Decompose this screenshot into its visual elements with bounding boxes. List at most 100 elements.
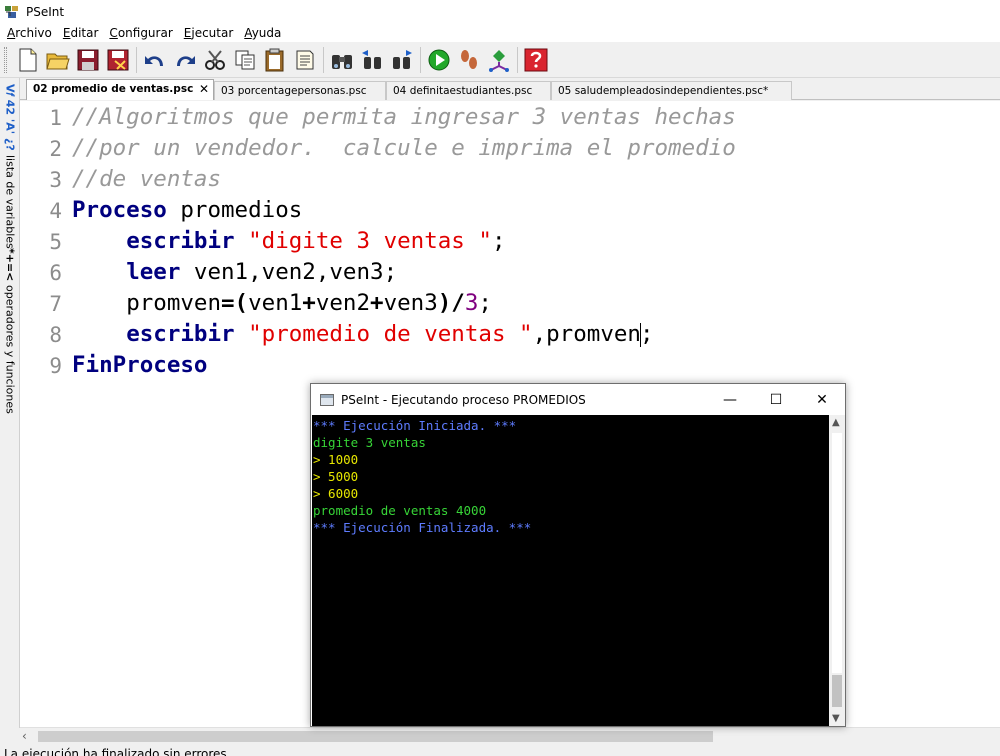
identifier: ven1 xyxy=(248,290,303,316)
toolbar-separator xyxy=(136,46,137,73)
horizontal-scrollbar[interactable]: ‹ xyxy=(20,727,1000,744)
find-previous-button[interactable] xyxy=(357,45,387,75)
code-line-2: //por un vendedor. calcule e imprima el … xyxy=(72,135,736,161)
menu-editar[interactable]: Editar xyxy=(63,26,99,40)
scrollbar-track xyxy=(832,433,842,673)
variables-symbols: V𝑓 42 'A' ¿? xyxy=(3,84,17,151)
toolbar-separator xyxy=(517,46,518,73)
code-line-4: Proceso promedios xyxy=(72,197,302,223)
tab-label: 02 promedio de ventas.psc xyxy=(33,83,194,95)
file-tabs: 02 promedio de ventas.psc ✕ 03 porcentag… xyxy=(20,78,1000,100)
indent-button[interactable] xyxy=(290,45,320,75)
console-line: promedio de ventas 4000 xyxy=(313,503,487,518)
footprints-icon xyxy=(461,49,477,69)
identifier: ven2 xyxy=(315,290,371,316)
identifier: ven3 xyxy=(383,290,438,316)
close-button[interactable]: ✕ xyxy=(799,384,845,415)
maximize-button[interactable]: ☐ xyxy=(753,384,799,415)
operators-functions-tab[interactable]: *+=< operadores y funciones xyxy=(2,248,18,423)
status-bar: La ejecución ha finalizado sin errores. xyxy=(0,744,1000,756)
open-file-button[interactable] xyxy=(43,45,73,75)
toolbar-separator xyxy=(323,46,324,73)
help-button[interactable] xyxy=(521,45,551,75)
operator: + xyxy=(370,290,384,316)
find-next-button[interactable] xyxy=(387,45,417,75)
pseint-window: PSeInt Archivo Editar Configurar Ejecuta… xyxy=(0,0,1000,756)
scrollbar-thumb[interactable] xyxy=(38,731,713,742)
binoculars-previous-icon xyxy=(362,49,381,69)
step-by-step-button[interactable] xyxy=(454,45,484,75)
punctuation: ; xyxy=(478,290,492,316)
window-title: PSeInt xyxy=(26,5,65,19)
tab-saludempleadosindependientes[interactable]: 05 saludempleadosindependientes.psc* xyxy=(551,81,792,100)
keyword: escribir xyxy=(126,228,235,254)
code-line-7: promven=(ven1+ven2+ven3)/3; xyxy=(72,290,492,316)
code-line-6: leer ven1,ven2,ven3; xyxy=(72,259,397,285)
scissors-icon xyxy=(205,49,225,70)
save-disk-icon xyxy=(77,49,99,70)
toolbar-grip[interactable] xyxy=(4,46,7,73)
flowchart-button[interactable] xyxy=(484,45,514,75)
console-title-bar[interactable]: PSeInt - Ejecutando proceso PROMEDIOS — … xyxy=(311,384,845,415)
menu-ayuda[interactable]: Ayuda xyxy=(244,26,281,40)
execution-console-window[interactable]: PSeInt - Ejecutando proceso PROMEDIOS — … xyxy=(310,383,846,727)
identifier: promven xyxy=(126,290,222,316)
tab-definitaestudiantes[interactable]: 04 definitaestudiantes.psc xyxy=(386,81,551,100)
close-tab-icon[interactable]: ✕ xyxy=(199,82,209,96)
comment-text: //Algoritmos que permita ingresar 3 vent… xyxy=(72,104,736,130)
side-panel: V𝑓 42 'A' ¿? lista de variables *+=< ope… xyxy=(0,78,20,728)
line-number: 4 xyxy=(49,199,62,223)
console-title: PSeInt - Ejecutando proceso PROMEDIOS xyxy=(341,392,586,407)
save-as-button[interactable] xyxy=(103,45,133,75)
tab-promedio-de-ventas[interactable]: 02 promedio de ventas.psc ✕ xyxy=(26,79,214,100)
title-bar: PSeInt xyxy=(0,0,1000,24)
run-button[interactable] xyxy=(424,45,454,75)
paste-button[interactable] xyxy=(260,45,290,75)
console-output: *** Ejecución Iniciada. *** digite 3 ven… xyxy=(312,415,829,726)
menu-ejecutar[interactable]: Ejecutar xyxy=(184,26,234,40)
undo-arrow-icon xyxy=(145,55,163,66)
code-line-9: FinProceso xyxy=(72,352,207,378)
line-number: 7 xyxy=(49,292,62,316)
redo-button[interactable] xyxy=(170,45,200,75)
toolbar xyxy=(0,42,1000,78)
copy-button[interactable] xyxy=(230,45,260,75)
console-line: digite 3 ventas xyxy=(313,435,426,450)
line-number: 5 xyxy=(49,230,62,254)
undo-button[interactable] xyxy=(140,45,170,75)
code-line-1: //Algoritmos que permita ingresar 3 vent… xyxy=(72,104,736,130)
scrollbar-thumb[interactable] xyxy=(832,675,842,707)
scroll-up-icon[interactable]: ▲ xyxy=(832,417,840,428)
console-line: > 6000 xyxy=(313,486,359,501)
operators-functions-label: operadores y funciones xyxy=(3,285,17,415)
flowchart-icon xyxy=(489,49,509,72)
identifier: promedios xyxy=(166,197,303,223)
cut-button[interactable] xyxy=(200,45,230,75)
punctuation: ; xyxy=(639,321,654,347)
operators-symbols: *+=< xyxy=(3,248,17,282)
scroll-left-icon[interactable]: ‹ xyxy=(22,729,27,743)
search-button[interactable] xyxy=(327,45,357,75)
scroll-down-icon[interactable]: ▼ xyxy=(832,713,840,724)
tab-porcentagepersonas[interactable]: 03 porcentagepersonas.psc xyxy=(214,81,386,100)
minimize-button[interactable]: — xyxy=(707,384,753,415)
operator: )/ xyxy=(437,290,465,316)
binoculars-next-icon xyxy=(393,49,412,69)
console-vertical-scrollbar[interactable]: ▲ ▼ xyxy=(829,415,845,726)
line-number: 8 xyxy=(49,323,62,347)
keyword: escribir xyxy=(126,321,235,347)
variables-list-tab[interactable]: V𝑓 42 'A' ¿? lista de variables xyxy=(2,84,18,249)
console-window-icon xyxy=(320,393,334,406)
redo-arrow-icon xyxy=(177,55,195,66)
save-button[interactable] xyxy=(73,45,103,75)
tab-label: 03 porcentagepersonas.psc xyxy=(221,85,367,97)
menu-configurar[interactable]: Configurar xyxy=(109,26,172,40)
new-file-button[interactable] xyxy=(13,45,43,75)
code-line-5: escribir "digite 3 ventas "; xyxy=(72,228,505,254)
status-text: La ejecución ha finalizado sin errores. xyxy=(4,747,231,756)
line-number: 2 xyxy=(49,137,62,161)
menu-archivo[interactable]: Archivo xyxy=(7,26,52,40)
play-icon xyxy=(428,49,450,70)
identifier: ven1,ven2,ven3; xyxy=(180,259,398,285)
tab-label: 04 definitaestudiantes.psc xyxy=(393,85,533,97)
